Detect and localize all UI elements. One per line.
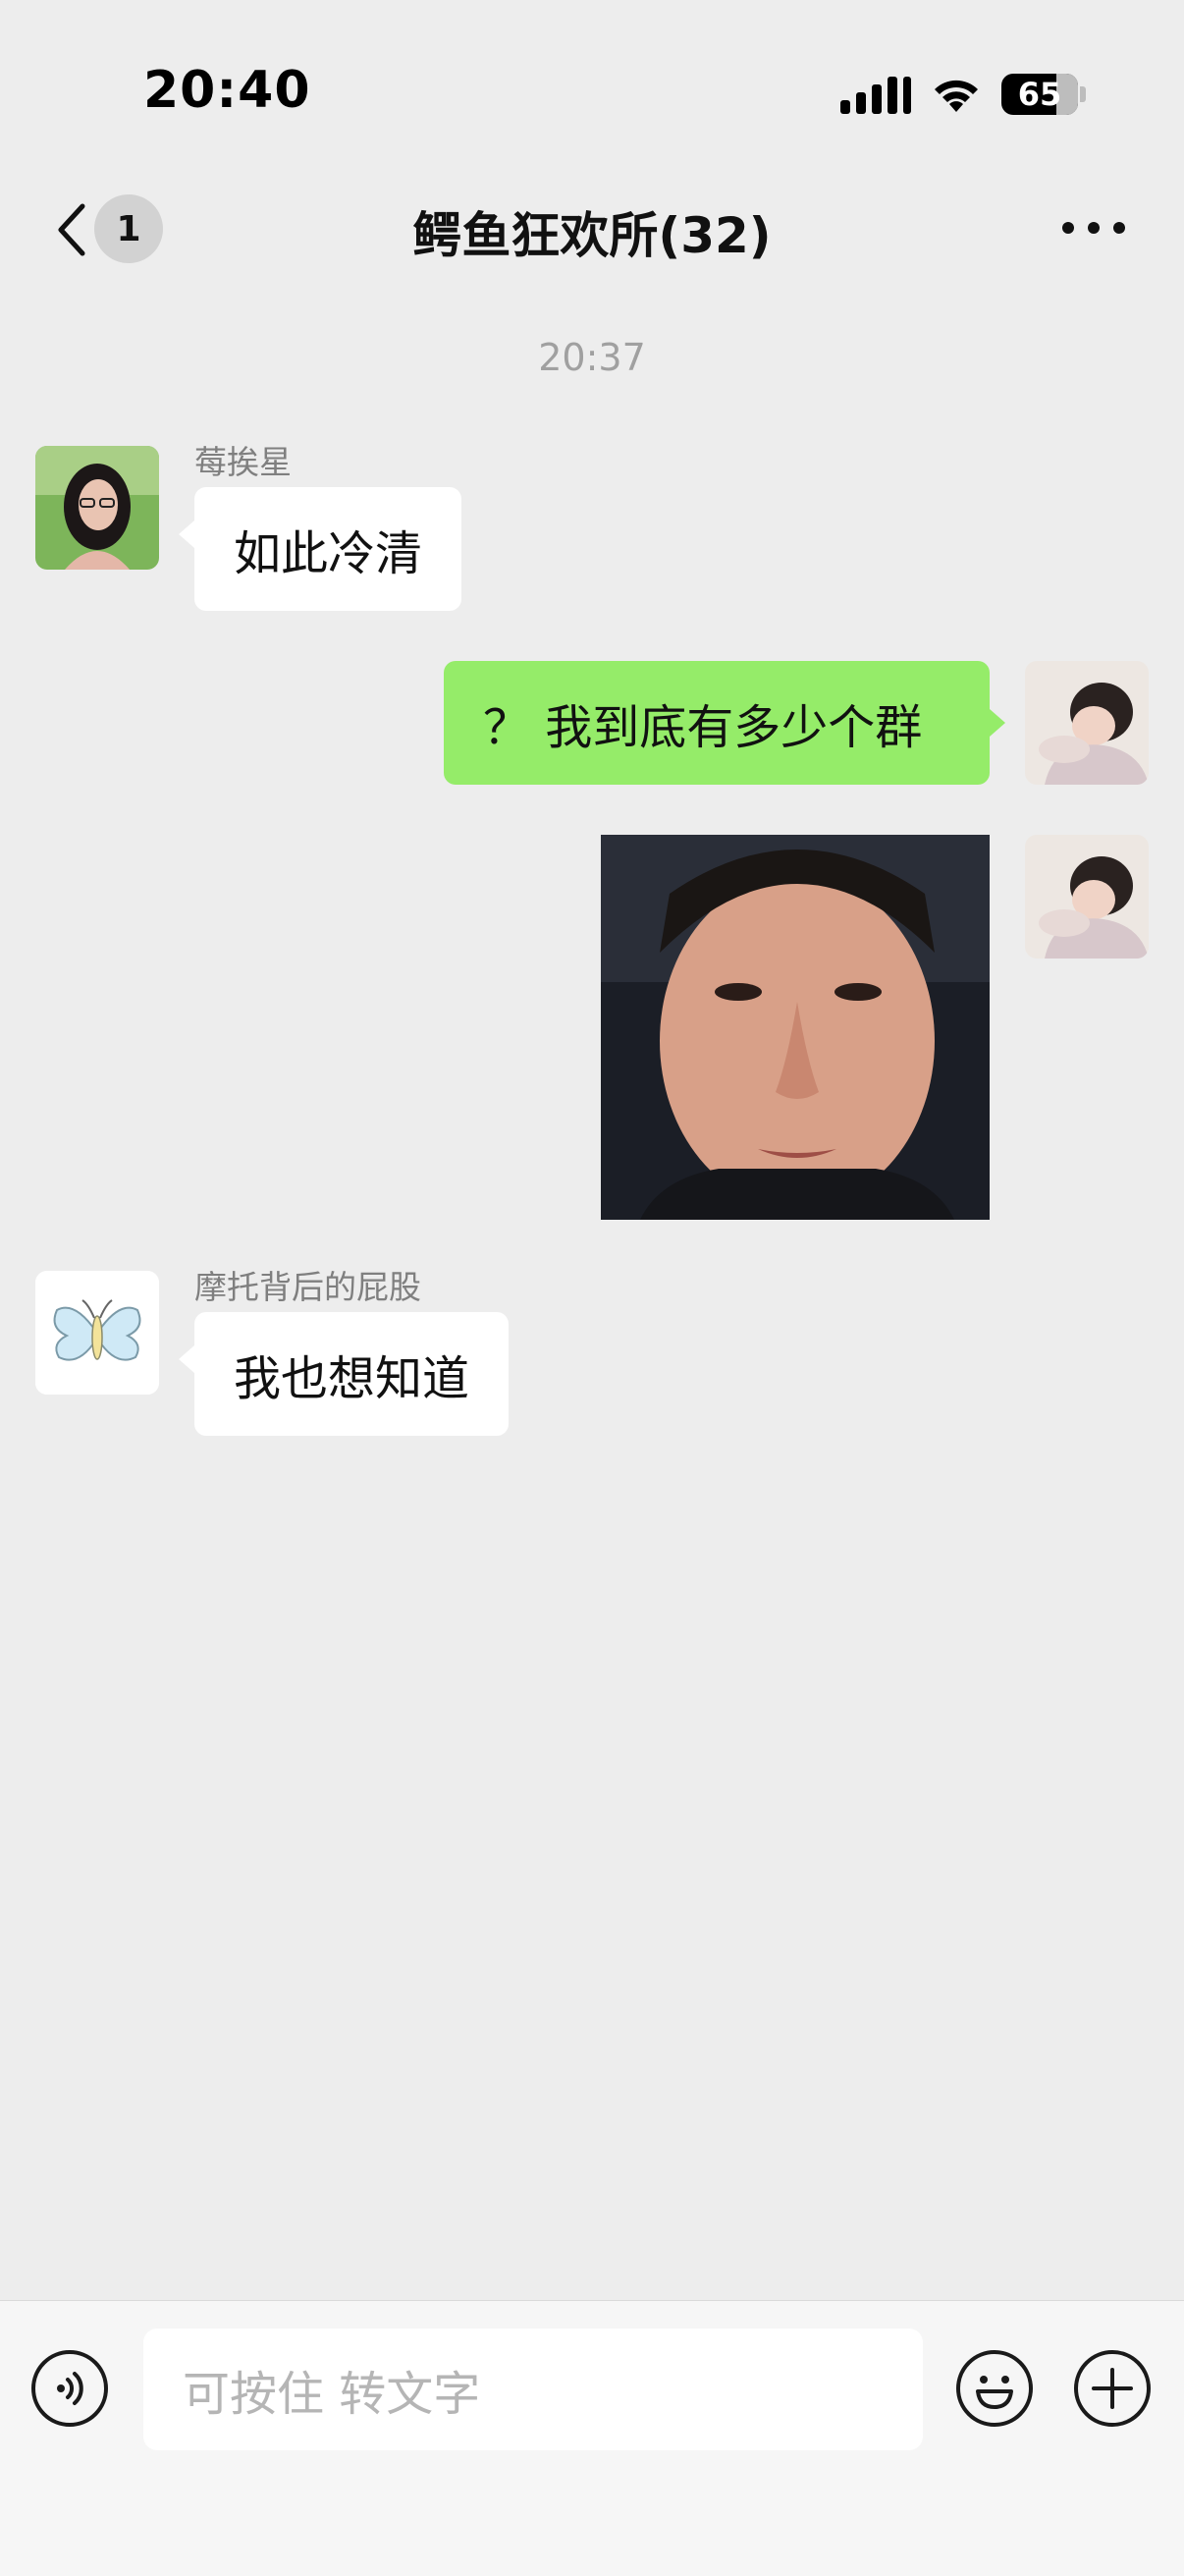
message-timestamp: 20:37 bbox=[538, 336, 646, 379]
cellular-signal-icon bbox=[840, 75, 911, 114]
status-time: 20:40 bbox=[143, 61, 311, 120]
sticker-image[interactable] bbox=[601, 835, 990, 1220]
message-bubble-incoming[interactable]: 我也想知道 bbox=[194, 1312, 510, 1436]
sender-name: 莓挨星 bbox=[194, 443, 292, 481]
battery-percentage: 65 bbox=[1017, 76, 1062, 113]
message-bubble-outgoing[interactable]: ？ 我到底有多少个群 bbox=[444, 661, 990, 785]
sender-name: 摩托背后的屁股 bbox=[194, 1268, 421, 1306]
status-bar: 20:40 65 bbox=[0, 0, 1184, 177]
battery-icon: 65 bbox=[1001, 74, 1086, 115]
chat-title: 鳄鱼狂欢所(32) bbox=[412, 207, 772, 264]
avatar-user-1[interactable] bbox=[35, 446, 159, 570]
message-bubble-incoming[interactable]: 如此冷清 bbox=[194, 487, 462, 611]
avatar-user-2[interactable] bbox=[35, 1271, 159, 1395]
emoji-icon[interactable] bbox=[956, 2350, 1033, 2427]
butterfly-icon bbox=[35, 1271, 159, 1395]
add-more-icon[interactable] bbox=[1074, 2350, 1151, 2427]
avatar-self[interactable] bbox=[1025, 661, 1149, 785]
avatar-self[interactable] bbox=[1025, 835, 1149, 959]
input-bar: 可按住 转文字 bbox=[0, 2300, 1184, 2576]
more-options-icon[interactable] bbox=[1062, 222, 1125, 234]
message-input[interactable]: 可按住 转文字 bbox=[143, 2329, 923, 2450]
voice-input-icon[interactable] bbox=[31, 2350, 108, 2427]
status-icons: 65 bbox=[840, 69, 1086, 120]
wifi-icon bbox=[935, 80, 978, 112]
